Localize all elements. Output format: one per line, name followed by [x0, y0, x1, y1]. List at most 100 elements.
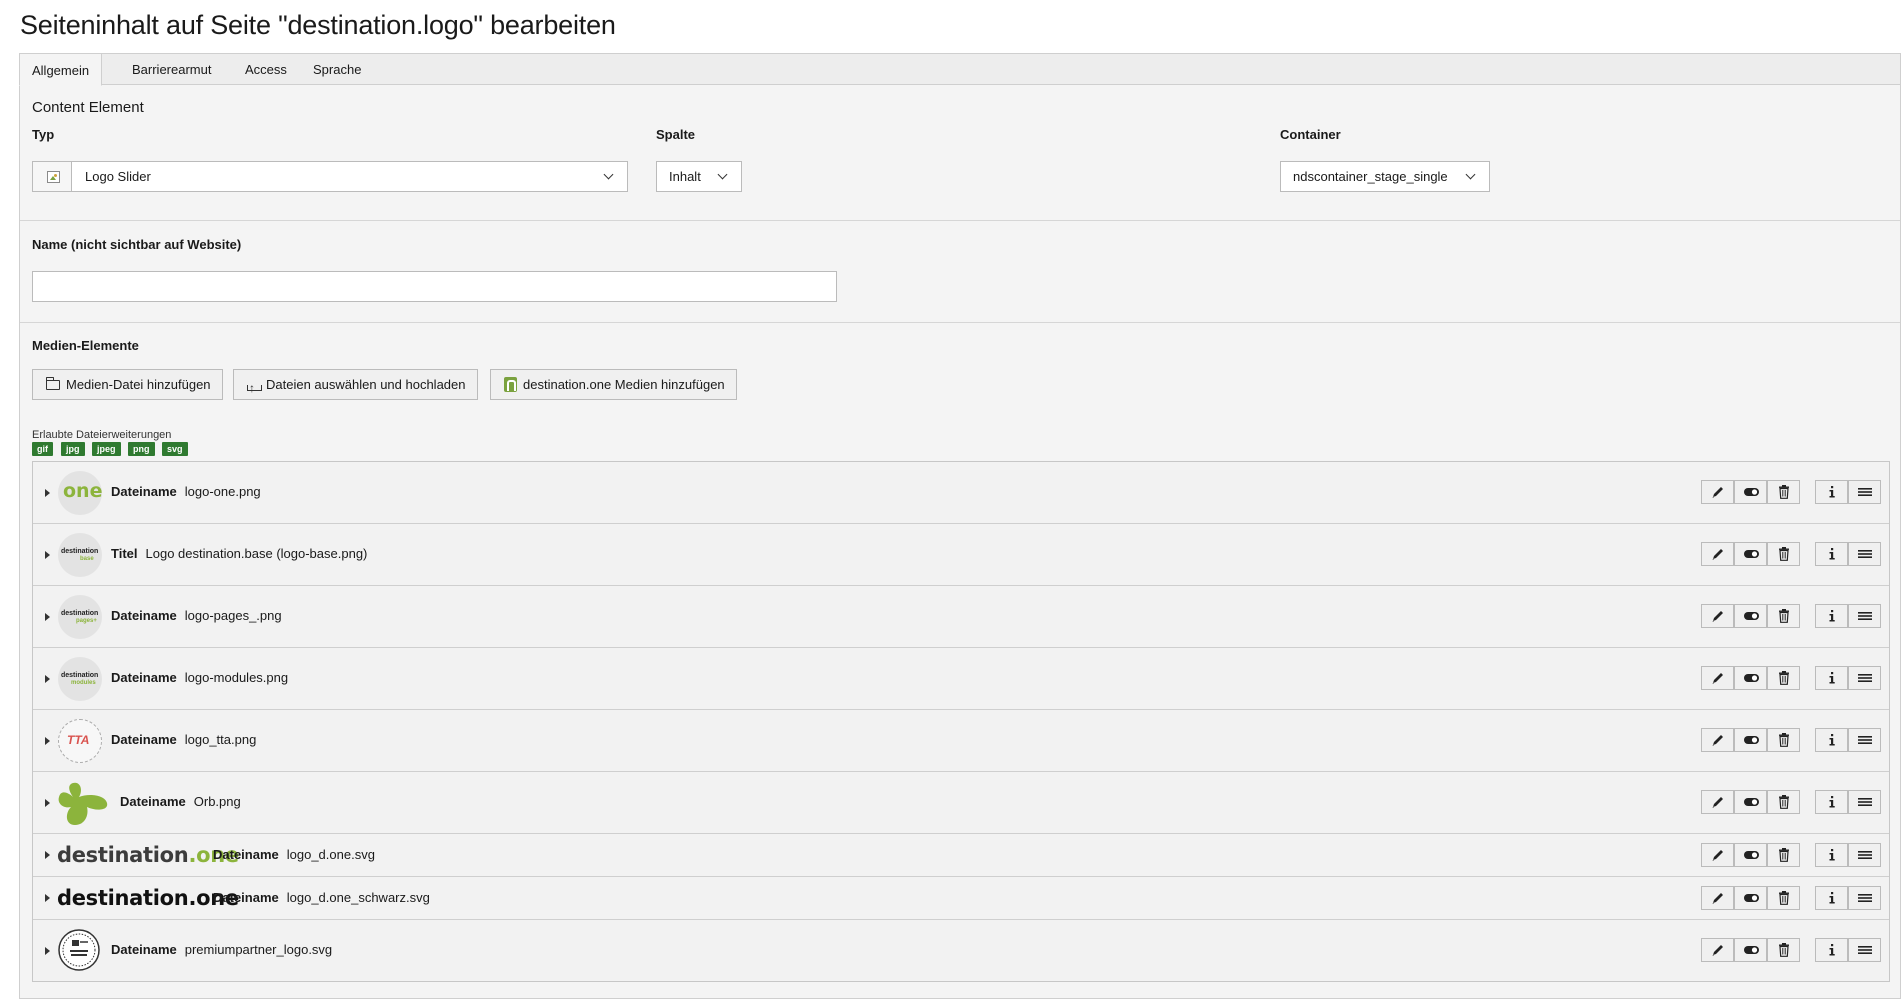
drag-handle-button[interactable]: [1848, 604, 1881, 628]
item-label: Dateiname logo_d.one_schwarz.svg: [213, 890, 430, 905]
drag-handle-button[interactable]: [1848, 480, 1881, 504]
edit-button[interactable]: [1701, 790, 1734, 814]
info-button[interactable]: [1815, 728, 1848, 752]
container-select[interactable]: ndscontainer_stage_single: [1280, 161, 1490, 192]
toggle-visibility-icon: [1744, 798, 1759, 806]
toggle-visibility-icon: [1744, 851, 1759, 859]
info-button[interactable]: [1815, 542, 1848, 566]
add-media-button[interactable]: Medien-Datei hinzufügen: [32, 369, 223, 400]
tab-sprache[interactable]: Sprache: [301, 54, 373, 85]
edit-button[interactable]: [1701, 480, 1734, 504]
delete-button[interactable]: [1767, 790, 1800, 814]
expand-caret-icon[interactable]: [45, 489, 50, 497]
delete-button[interactable]: [1767, 886, 1800, 910]
edit-button[interactable]: [1701, 666, 1734, 690]
delete-button[interactable]: [1767, 542, 1800, 566]
delete-button[interactable]: [1767, 843, 1800, 867]
tab-barrierearmut[interactable]: Barrierearmut: [120, 54, 223, 85]
drag-handle-button[interactable]: [1848, 666, 1881, 690]
edit-button[interactable]: [1701, 938, 1734, 962]
chevron-down-icon: [1465, 162, 1477, 191]
info-button[interactable]: [1815, 938, 1848, 962]
toggle-visibility-icon: [1744, 736, 1759, 744]
destination-one-icon: [504, 377, 517, 393]
expand-caret-icon[interactable]: [45, 551, 50, 559]
drag-handle-button[interactable]: [1848, 938, 1881, 962]
expand-caret-icon[interactable]: [45, 894, 50, 902]
expand-caret-icon[interactable]: [45, 799, 50, 807]
upload-icon: [247, 374, 262, 403]
content-element-form: Allgemein Barrierearmut Access Sprache C…: [19, 53, 1901, 999]
tab-bar: Allgemein Barrierearmut Access Sprache: [19, 53, 1900, 86]
media-section: Medien-Elemente Medien-Datei hinzufügen …: [20, 323, 1900, 999]
info-button[interactable]: [1815, 843, 1848, 867]
toggle-visibility-button[interactable]: [1734, 790, 1767, 814]
toggle-visibility-icon: [1744, 612, 1759, 620]
info-icon: [1829, 548, 1835, 560]
expand-caret-icon[interactable]: [45, 675, 50, 683]
drag-handle-icon: [1858, 488, 1872, 496]
toggle-visibility-button[interactable]: [1734, 542, 1767, 566]
info-button[interactable]: [1815, 480, 1848, 504]
extension-badge: png: [128, 442, 155, 456]
row-actions: [1701, 938, 1881, 962]
delete-button[interactable]: [1767, 480, 1800, 504]
orb-logo-thumbnail: [58, 782, 108, 825]
name-section: Name (nicht sichtbar auf Website): [20, 221, 1900, 323]
column-select[interactable]: Inhalt: [656, 161, 742, 192]
type-select-value: Logo Slider: [85, 169, 151, 184]
edit-button[interactable]: [1701, 604, 1734, 628]
destination-one-media-button[interactable]: destination.one Medien hinzufügen: [490, 369, 737, 400]
info-button[interactable]: [1815, 886, 1848, 910]
list-item: destination pages+ Dateiname logo-pages_.…: [33, 586, 1889, 648]
info-icon: [1829, 734, 1835, 746]
info-button[interactable]: [1815, 666, 1848, 690]
name-input[interactable]: [32, 271, 837, 302]
toggle-visibility-button[interactable]: [1734, 886, 1767, 910]
expand-caret-icon[interactable]: [45, 737, 50, 745]
upload-button[interactable]: Dateien auswählen und hochladen: [233, 369, 478, 403]
item-label: Dateiname logo-pages_.png: [111, 608, 282, 623]
type-select[interactable]: Logo Slider: [32, 161, 628, 192]
drag-handle-button[interactable]: [1848, 843, 1881, 867]
drag-handle-button[interactable]: [1848, 542, 1881, 566]
toggle-visibility-button[interactable]: [1734, 604, 1767, 628]
edit-button[interactable]: [1701, 728, 1734, 752]
item-label: Dateiname logo_d.one.svg: [213, 847, 375, 862]
delete-icon: [1779, 795, 1789, 809]
toggle-visibility-icon: [1744, 946, 1759, 954]
delete-button[interactable]: [1767, 728, 1800, 752]
logo-tta-thumbnail: TTA: [58, 719, 102, 763]
delete-button[interactable]: [1767, 938, 1800, 962]
delete-button[interactable]: [1767, 666, 1800, 690]
edit-button[interactable]: [1701, 542, 1734, 566]
expand-caret-icon[interactable]: [45, 851, 50, 859]
list-item: Dateiname Orb.png: [33, 772, 1889, 834]
logo-base-thumbnail: destination base: [58, 533, 102, 577]
tab-allgemein[interactable]: Allgemein: [19, 53, 103, 86]
drag-handle-button[interactable]: [1848, 728, 1881, 752]
expand-caret-icon[interactable]: [45, 613, 50, 621]
expand-caret-icon[interactable]: [45, 947, 50, 955]
toggle-visibility-button[interactable]: [1734, 728, 1767, 752]
tab-access[interactable]: Access: [233, 54, 299, 85]
drag-handle-button[interactable]: [1848, 886, 1881, 910]
delete-button[interactable]: [1767, 604, 1800, 628]
info-icon: [1829, 849, 1835, 861]
page-title: Seiteninhalt auf Seite "destination.logo…: [20, 10, 616, 40]
drag-handle-button[interactable]: [1848, 790, 1881, 814]
toggle-visibility-button[interactable]: [1734, 938, 1767, 962]
toggle-visibility-button[interactable]: [1734, 843, 1767, 867]
edit-button[interactable]: [1701, 843, 1734, 867]
toggle-visibility-button[interactable]: [1734, 666, 1767, 690]
row-actions: [1701, 542, 1881, 566]
info-button[interactable]: [1815, 790, 1848, 814]
toggle-visibility-button[interactable]: [1734, 480, 1767, 504]
list-item: destination base Titel Logo destination.b…: [33, 524, 1889, 586]
edit-icon: [1712, 735, 1723, 746]
logo-one-thumbnail: one: [58, 471, 102, 515]
info-button[interactable]: [1815, 604, 1848, 628]
drag-handle-icon: [1858, 798, 1872, 806]
row-actions: [1701, 790, 1881, 814]
edit-button[interactable]: [1701, 886, 1734, 910]
